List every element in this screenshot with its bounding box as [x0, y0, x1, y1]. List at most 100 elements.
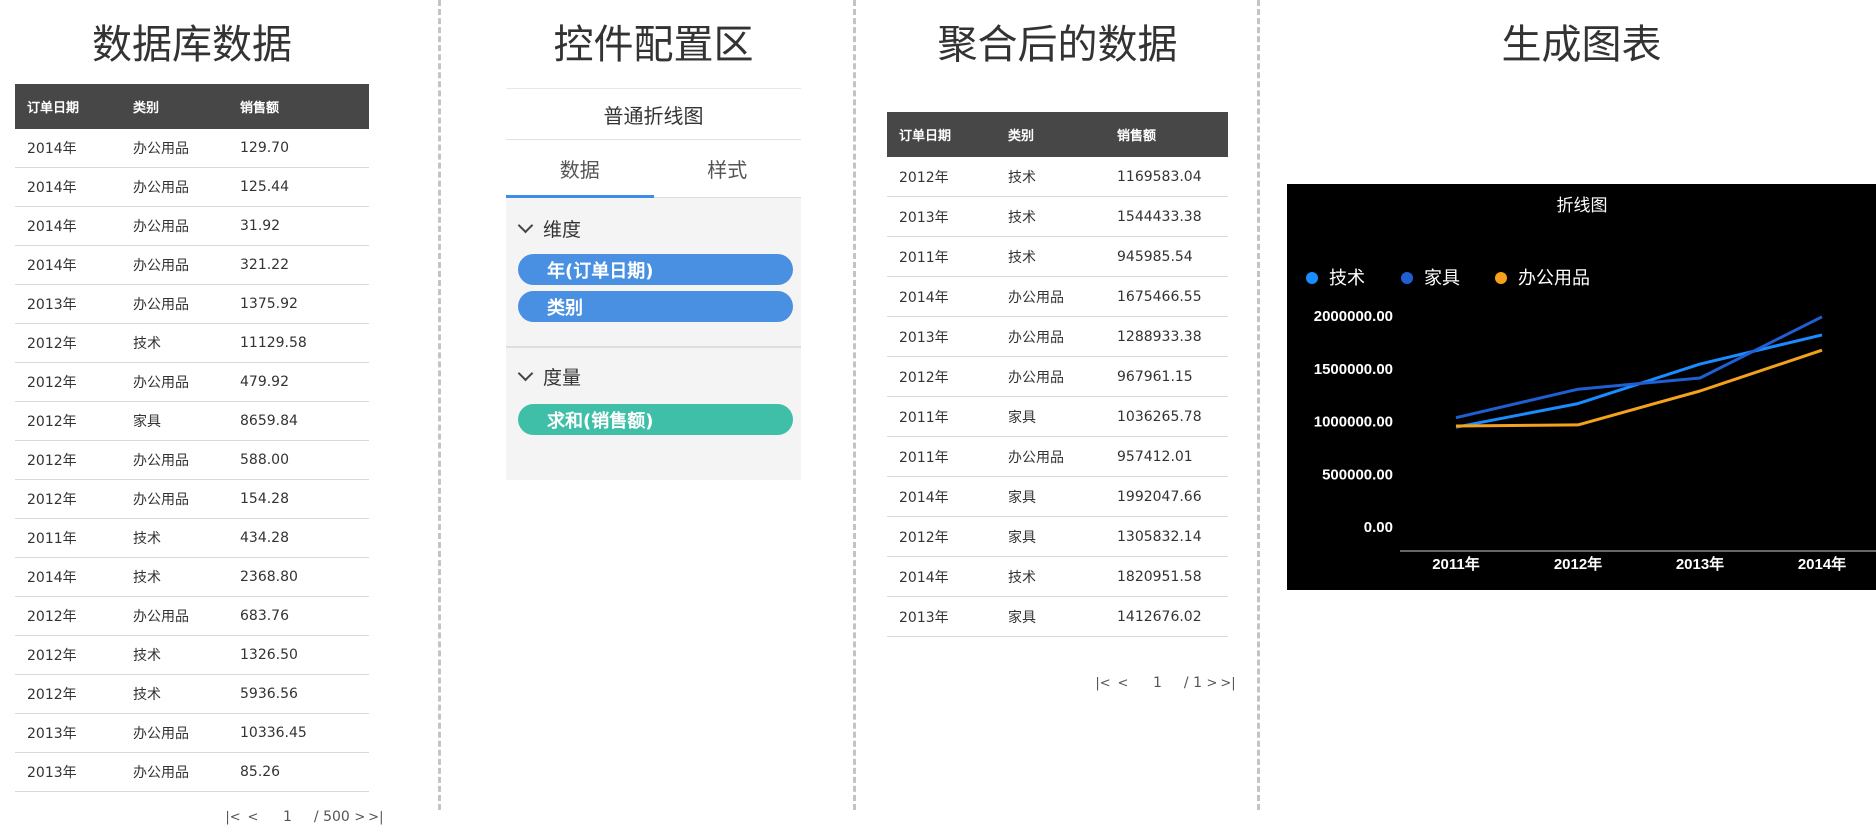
next-page-icon[interactable]: > [352, 810, 368, 825]
sales-cell: 10336.45 [240, 725, 307, 741]
table-row[interactable]: 2013年 技术 1544433.38 [887, 197, 1228, 237]
measure-pill-sales-sum[interactable]: 求和(销售额) [518, 404, 793, 435]
table-row[interactable]: 2013年 家具 1412676.02 [887, 597, 1228, 637]
series-line-1[interactable] [1455, 333, 1823, 429]
prev-page-icon[interactable]: < [1115, 676, 1131, 691]
date-cell: 2011年 [899, 449, 949, 466]
tab-style[interactable]: 样式 [654, 140, 802, 197]
table-row[interactable]: 2012年 技术 1326.50 [15, 636, 369, 675]
table-row[interactable]: 2011年 家具 1036265.78 [887, 397, 1228, 437]
legend-dot[interactable] [1495, 272, 1507, 284]
table-row[interactable]: 2012年 家具 8659.84 [15, 402, 369, 441]
dimension-pill-year[interactable]: 年(订单日期) [518, 254, 793, 285]
table-row[interactable]: 2012年 办公用品 967961.15 [887, 357, 1228, 397]
sales-cell: 479.92 [240, 374, 289, 390]
table-row[interactable]: 2011年 技术 945985.54 [887, 237, 1228, 277]
date-cell: 2011年 [27, 531, 77, 547]
measure-section-toggle[interactable]: 度量 [506, 352, 801, 400]
sales-cell: 945985.54 [1117, 248, 1193, 265]
sales-cell: 1375.92 [240, 296, 298, 312]
chevron-down-icon [517, 217, 534, 233]
total-pages: / 500 [313, 809, 350, 825]
table-row[interactable]: 2013年 办公用品 10336.45 [15, 714, 369, 753]
table-row[interactable]: 2012年 家具 1305832.14 [887, 517, 1228, 557]
next-page-icon[interactable]: > [1204, 676, 1220, 691]
table-row[interactable]: 2013年 办公用品 1375.92 [15, 285, 369, 324]
table-row[interactable]: 2014年 家具 1992047.66 [887, 477, 1228, 517]
db-pager: |< < 1 / 500 > >| [225, 809, 384, 825]
category-cell: 办公用品 [133, 726, 189, 742]
table-row[interactable]: 2014年 技术 2368.80 [15, 558, 369, 597]
sales-cell: 1412676.02 [1117, 608, 1202, 625]
legend-dot[interactable] [1306, 272, 1318, 284]
table-row[interactable]: 2012年 办公用品 479.92 [15, 363, 369, 402]
database-table: 订单日期 类别 销售额 2014年 办公用品 129.70 2014年 办公用品 125.… [15, 84, 369, 792]
series-line-3[interactable] [1455, 348, 1823, 428]
prev-page-icon[interactable]: < [245, 810, 261, 825]
first-page-icon[interactable]: |< [225, 810, 241, 825]
category-cell: 家具 [1008, 529, 1036, 546]
date-cell: 2011年 [899, 409, 949, 426]
category-cell: 家具 [133, 414, 161, 430]
column-header-date[interactable]: 订单日期 [887, 125, 996, 144]
table-row[interactable]: 2013年 办公用品 1288933.38 [887, 317, 1228, 357]
sales-cell: 11129.58 [240, 335, 307, 351]
category-cell: 技术 [133, 336, 161, 352]
table-header: 订单日期 类别 销售额 [887, 112, 1228, 157]
table-row[interactable]: 2014年 办公用品 1675466.55 [887, 277, 1228, 317]
table-row[interactable]: 2013年 办公用品 85.26 [15, 753, 369, 792]
legend-label[interactable]: 技术 [1329, 268, 1365, 288]
legend-dot[interactable] [1401, 272, 1413, 284]
table-row[interactable]: 2011年 技术 434.28 [15, 519, 369, 558]
table-row[interactable]: 2012年 技术 5936.56 [15, 675, 369, 714]
first-page-icon[interactable]: |< [1095, 676, 1111, 691]
last-page-icon[interactable]: >| [1220, 676, 1236, 691]
tab-data[interactable]: 数据 [506, 140, 654, 198]
config-title: 控件配置区 [553, 22, 754, 68]
category-cell: 办公用品 [133, 258, 189, 274]
last-page-icon[interactable]: >| [368, 810, 384, 825]
table-header: 订单日期 类别 销售额 [15, 84, 369, 129]
date-cell: 2014年 [27, 141, 77, 157]
current-page[interactable]: 1 [1153, 675, 1162, 691]
table-row[interactable]: 2012年 办公用品 154.28 [15, 480, 369, 519]
dimension-pill-category[interactable]: 类别 [518, 291, 793, 322]
current-page[interactable]: 1 [283, 809, 292, 825]
aggregated-table: 订单日期 类别 销售额 2012年 技术 1169583.04 2013年 技术 1544… [887, 112, 1228, 637]
table-row[interactable]: 2014年 办公用品 321.22 [15, 246, 369, 285]
table-row[interactable]: 2014年 办公用品 31.92 [15, 207, 369, 246]
column-header-date[interactable]: 订单日期 [15, 97, 121, 116]
category-cell: 办公用品 [1008, 449, 1064, 466]
column-header-sales[interactable]: 销售额 [228, 97, 369, 116]
y-tick-label: 0.00 [1364, 519, 1393, 536]
config-tabs: 数据 样式 [506, 140, 801, 198]
category-cell: 办公用品 [1008, 289, 1064, 306]
column-header-category[interactable]: 类别 [121, 97, 228, 116]
table-row[interactable]: 2012年 办公用品 588.00 [15, 441, 369, 480]
section-divider [438, 0, 441, 810]
y-tick-label: 1000000.00 [1314, 414, 1393, 431]
date-cell: 2012年 [27, 336, 77, 352]
date-cell: 2013年 [27, 726, 77, 742]
date-cell: 2012年 [899, 169, 949, 186]
category-cell: 办公用品 [133, 765, 189, 781]
date-cell: 2012年 [899, 529, 949, 546]
dimension-section-toggle[interactable]: 维度 [506, 204, 801, 252]
y-tick-label: 2000000.00 [1314, 308, 1393, 325]
column-header-category[interactable]: 类别 [996, 125, 1105, 144]
table-row[interactable]: 2012年 技术 1169583.04 [887, 157, 1228, 197]
table-row[interactable]: 2014年 技术 1820951.58 [887, 557, 1228, 597]
table-row[interactable]: 2014年 办公用品 125.44 [15, 168, 369, 207]
table-row[interactable]: 2014年 办公用品 129.70 [15, 129, 369, 168]
date-cell: 2012年 [899, 369, 949, 386]
chart-type-selector[interactable]: 普通折线图 [506, 88, 801, 140]
column-header-sales[interactable]: 销售额 [1105, 125, 1228, 144]
table-row[interactable]: 2012年 技术 11129.58 [15, 324, 369, 363]
legend-label[interactable]: 办公用品 [1518, 268, 1590, 288]
category-cell: 办公用品 [1008, 329, 1064, 346]
table-row[interactable]: 2012年 办公用品 683.76 [15, 597, 369, 636]
legend-label[interactable]: 家具 [1424, 268, 1460, 288]
sales-cell: 1992047.66 [1117, 488, 1202, 505]
sales-cell: 434.28 [240, 530, 289, 546]
table-row[interactable]: 2011年 办公用品 957412.01 [887, 437, 1228, 477]
